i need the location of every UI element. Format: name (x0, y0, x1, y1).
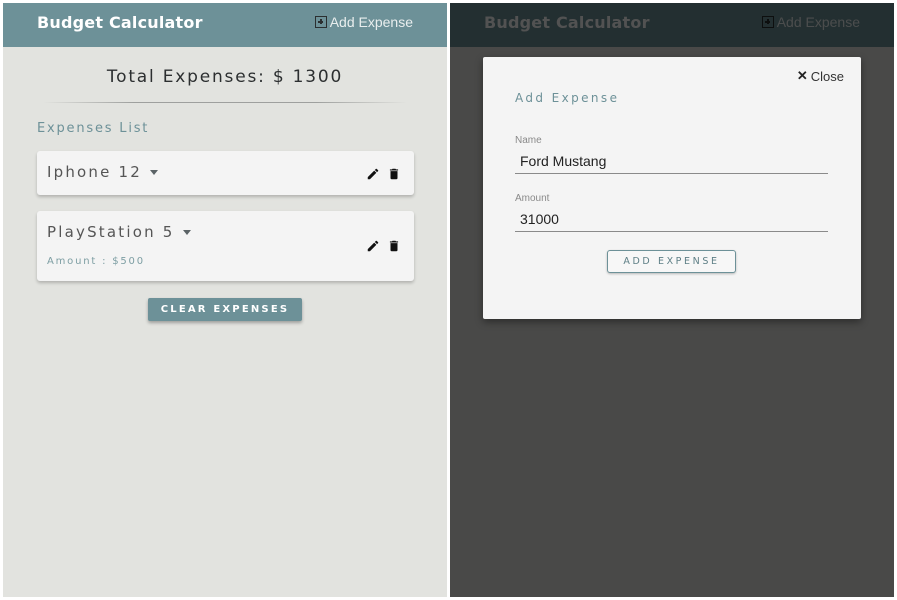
add-expense-modal: ✕ Close Add Expense Name Amount ADD EXPE… (483, 57, 861, 319)
edit-button[interactable] (366, 166, 380, 180)
delete-button[interactable] (387, 166, 401, 180)
trash-icon (389, 240, 399, 252)
expense-name: PlayStation 5 (47, 223, 175, 241)
clear-expenses-button[interactable]: CLEAR EXPENSES (148, 298, 302, 321)
amount-input[interactable] (515, 206, 828, 232)
expense-card: Iphone 12 (37, 151, 414, 195)
edit-button[interactable] (366, 238, 380, 252)
main-view: Budget Calculator Add Expense Total Expe… (3, 3, 447, 597)
app-title[interactable]: Budget Calculator (37, 13, 203, 32)
expenses-list-heading: Expenses List (37, 121, 150, 136)
delete-button[interactable] (387, 238, 401, 252)
close-icon: ✕ (796, 68, 808, 83)
expense-card: PlayStation 5 Amount : $500 (37, 211, 414, 281)
app-header: Budget Calculator Add Expense (3, 3, 447, 47)
expense-toggle[interactable]: PlayStation 5 (47, 223, 191, 241)
trash-icon (389, 168, 399, 180)
expense-name: Iphone 12 (47, 163, 143, 181)
caret-down-icon (150, 169, 159, 175)
total-expenses: Total Expenses: $ 1300 (106, 67, 344, 87)
name-input[interactable] (515, 148, 828, 174)
close-label: Close (810, 68, 844, 84)
add-expense-button[interactable]: ADD EXPENSE (607, 250, 736, 273)
amount-label: Amount (515, 193, 550, 204)
plus-square-icon (314, 16, 327, 28)
expense-toggle[interactable]: Iphone 12 (47, 163, 159, 181)
add-expense-label: Add Expense (329, 14, 413, 30)
close-button[interactable]: ✕ Close (797, 68, 844, 84)
modal-view: Budget Calculator Add Expense ✕ Close Ad… (450, 3, 894, 597)
pencil-icon (367, 240, 379, 252)
modal-title: Add Expense (515, 91, 620, 105)
divider (43, 102, 407, 103)
caret-down-icon (182, 229, 191, 235)
name-label: Name (515, 135, 542, 146)
pencil-icon (367, 168, 379, 180)
expense-amount: Amount : $500 (47, 256, 145, 267)
add-expense-link[interactable]: Add Expense (314, 14, 413, 30)
